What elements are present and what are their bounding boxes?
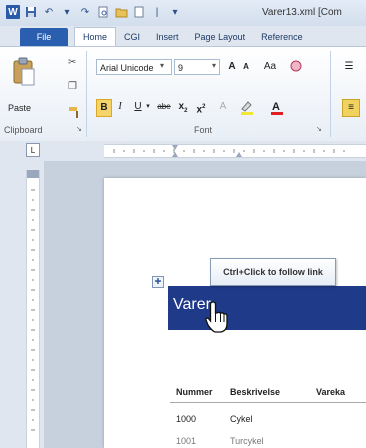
paste-icon[interactable]: [12, 57, 36, 87]
format-painter-icon[interactable]: [68, 105, 82, 122]
clear-formatting-icon[interactable]: [288, 59, 304, 75]
word-window: W ↶ ▾ ↷ | ▾ Varer13.xml [Com File Home C…: [0, 0, 366, 448]
horizontal-ruler[interactable]: [104, 144, 366, 158]
font-group-label: Font: [194, 125, 213, 135]
link-tooltip: Ctrl+Click to follow link: [210, 258, 336, 286]
open-icon[interactable]: [114, 5, 128, 19]
table-cell-description[interactable]: Turcykel: [230, 436, 264, 446]
tab-page-layout[interactable]: Page Layout: [187, 28, 254, 46]
table-header-beskrivelse: Beskrivelse: [230, 387, 281, 397]
text-effects-icon[interactable]: A: [214, 99, 232, 115]
undo-icon[interactable]: ↶: [42, 5, 56, 19]
clipboard-group: Paste ✂ ❐ Clipboard ↘: [4, 51, 87, 137]
tab-insert[interactable]: Insert: [148, 28, 187, 46]
table-header-varekategori: Vareka: [316, 387, 346, 397]
shrink-font-label: A: [243, 62, 249, 71]
font-launcher-icon[interactable]: ↘: [316, 125, 322, 133]
font-color-icon[interactable]: A: [268, 99, 286, 115]
strikethrough-button[interactable]: abe: [154, 99, 174, 115]
tab-file[interactable]: File: [20, 28, 68, 46]
tab-references[interactable]: Reference: [253, 28, 311, 46]
paragraph-shading-icon[interactable]: ≡: [342, 99, 360, 117]
font-group: Arial Unicode ▾ 9 ▾ A A Aa B I U ▾ abe x…: [90, 51, 331, 137]
word-logo-icon[interactable]: W: [6, 5, 20, 19]
font-name-dropdown-icon[interactable]: ▾: [160, 61, 164, 70]
table-header-divider: [170, 402, 366, 403]
window-title: Varer13.xml [Com: [262, 7, 342, 18]
cut-icon[interactable]: ✂: [68, 57, 76, 68]
paste-button[interactable]: Paste: [8, 103, 31, 113]
clipboard-launcher-icon[interactable]: ↘: [76, 125, 82, 133]
table-cell-number[interactable]: 1000: [176, 414, 196, 424]
ribbon-home: Paste ✂ ❐ Clipboard ↘ Arial Unicode ▾ 9 …: [0, 46, 366, 142]
bullets-icon[interactable]: ☰: [340, 59, 358, 75]
change-case-button[interactable]: Aa: [260, 59, 280, 75]
tab-selector[interactable]: L: [26, 143, 40, 157]
save-icon[interactable]: [24, 5, 38, 19]
superscript-button[interactable]: x2: [194, 99, 208, 115]
copy-icon[interactable]: ❐: [68, 81, 77, 92]
table-move-handle-icon[interactable]: ✚: [152, 276, 164, 288]
grow-font-label: A: [228, 61, 236, 72]
clipboard-group-label: Clipboard: [4, 125, 43, 135]
ruler-row: L: [0, 141, 366, 161]
title-bar: W ↶ ▾ ↷ | ▾ Varer13.xml [Com: [0, 0, 366, 26]
subscript-button[interactable]: x2: [176, 99, 190, 115]
redo-icon[interactable]: ↷: [78, 5, 92, 19]
font-size-dropdown-icon[interactable]: ▾: [212, 61, 216, 70]
change-case-label: Aa: [263, 61, 277, 72]
tab-home[interactable]: Home: [74, 27, 117, 46]
table-header-nummer: Nummer: [176, 387, 213, 397]
svg-text:A: A: [272, 101, 280, 113]
ribbon-tabs: File Home CGI Insert Page Layout Referen…: [0, 26, 366, 46]
hand-cursor-icon: [204, 300, 230, 334]
highlight-color-icon[interactable]: [238, 99, 258, 115]
underline-dropdown-icon[interactable]: ▾: [144, 99, 152, 115]
shrink-font-button[interactable]: A: [240, 59, 252, 75]
table-cell-number[interactable]: 1001: [176, 436, 196, 446]
table-cell-description[interactable]: Cykel: [230, 414, 253, 424]
print-preview-icon[interactable]: [96, 5, 110, 19]
underline-button[interactable]: U: [132, 99, 144, 115]
bold-button[interactable]: B: [96, 99, 112, 117]
quick-access-toolbar: W ↶ ▾ ↷ | ▾: [6, 5, 182, 19]
qat-dropdown-icon[interactable]: ▾: [168, 5, 182, 19]
vertical-ruler[interactable]: [26, 170, 40, 448]
italic-button[interactable]: I: [114, 99, 126, 115]
new-icon[interactable]: [132, 5, 146, 19]
qat-separator-icon: |: [155, 6, 159, 18]
customize-qat-icon[interactable]: ▾: [60, 5, 74, 19]
tab-cgi[interactable]: CGI: [116, 28, 148, 46]
grow-font-button[interactable]: A: [226, 59, 238, 75]
